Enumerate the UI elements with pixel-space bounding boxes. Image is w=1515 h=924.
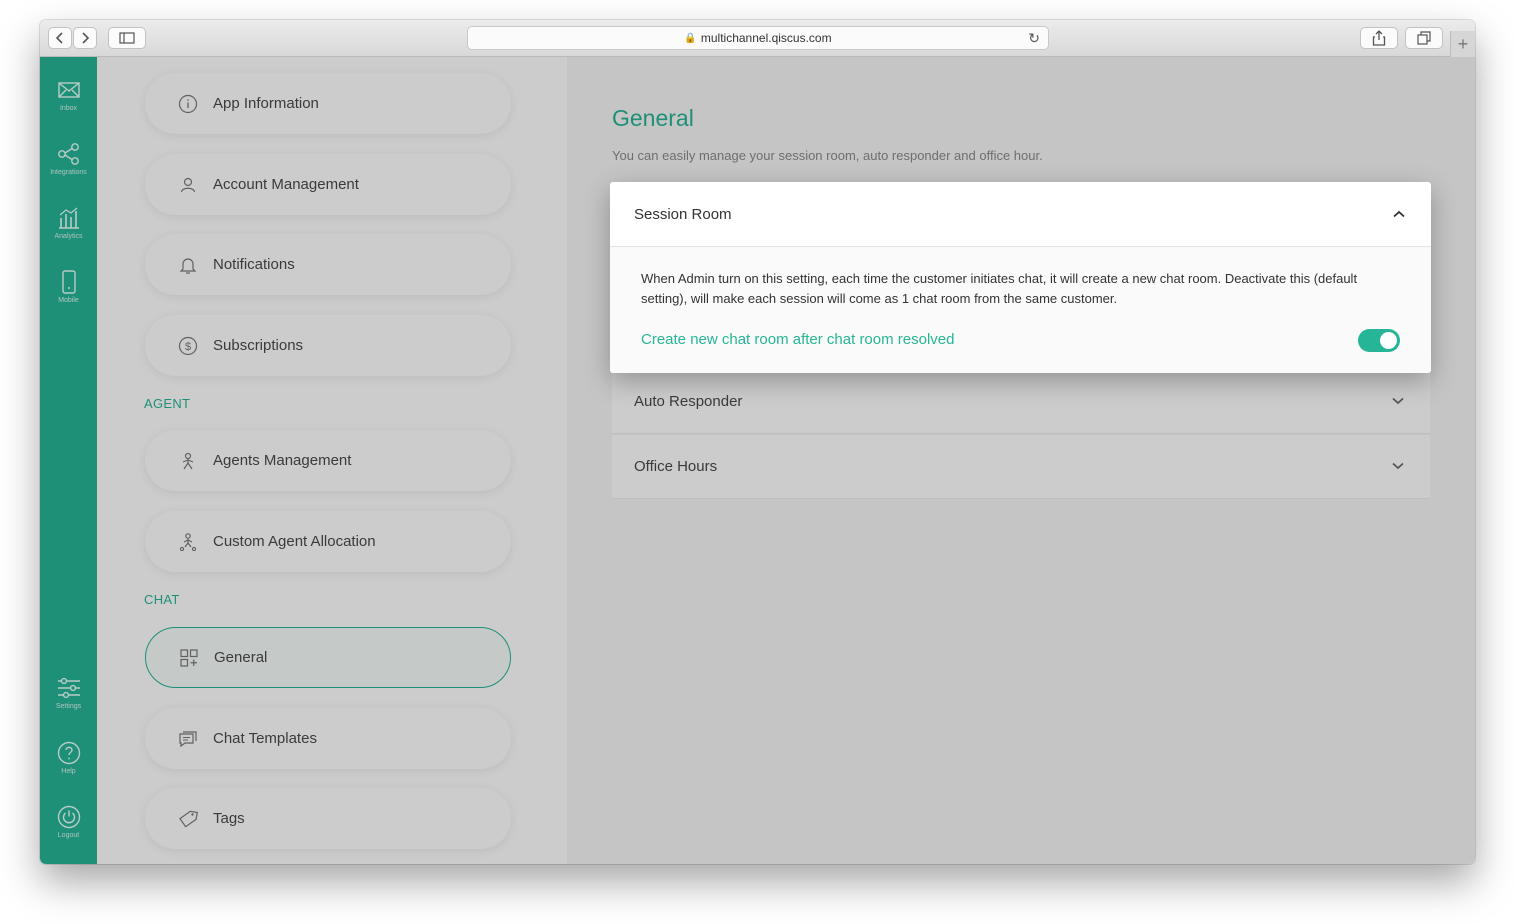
modal-backdrop[interactable] <box>40 57 1475 864</box>
session-room-description: When Admin turn on this setting, each ti… <box>641 271 1358 306</box>
lock-icon: 🔒 <box>684 32 697 44</box>
share-button[interactable] <box>1360 27 1398 49</box>
tabs-icon <box>1417 31 1431 45</box>
share-icon <box>1372 30 1386 46</box>
address-url: multichannel.qiscus.com <box>700 31 832 45</box>
tabs-overview-button[interactable] <box>1405 27 1443 49</box>
session-room-title: Session Room <box>634 205 732 223</box>
chevron-up-icon[interactable] <box>1393 205 1405 222</box>
browser-window: 🔒 multichannel.qiscus.com ↻ + Inbox Inte… <box>40 20 1475 864</box>
session-room-body: When Admin turn on this setting, each ti… <box>610 247 1431 373</box>
address-bar[interactable]: 🔒 multichannel.qiscus.com ↻ <box>467 26 1049 50</box>
back-button[interactable] <box>48 27 72 49</box>
new-chat-room-toggle[interactable] <box>1358 329 1400 352</box>
reload-icon[interactable]: ↻ <box>1028 30 1040 47</box>
new-chat-room-option-label: Create new chat room after chat room res… <box>641 331 955 348</box>
session-room-panel: Session Room When Admin turn on this set… <box>610 182 1431 373</box>
new-tab-button[interactable]: + <box>1450 31 1475 57</box>
sidebar-toggle-button[interactable] <box>108 27 146 49</box>
app-content: Inbox Integrations Analytics Mobile Sett… <box>40 57 1475 864</box>
session-room-header[interactable]: Session Room <box>610 182 1431 247</box>
toggle-knob <box>1380 332 1397 349</box>
sidebar-icon <box>119 32 135 44</box>
chevron-right-icon <box>82 32 90 44</box>
browser-titlebar: 🔒 multichannel.qiscus.com ↻ + <box>40 20 1475 57</box>
chevron-left-icon <box>55 32 63 44</box>
forward-button[interactable] <box>73 27 97 49</box>
